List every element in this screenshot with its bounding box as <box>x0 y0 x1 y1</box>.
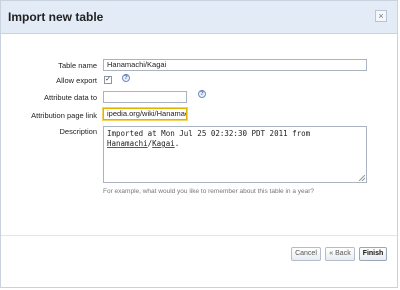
dialog-titlebar: Import new table × <box>1 1 397 34</box>
description-word-1: Hanamachi <box>107 139 148 148</box>
description-word-2: Kagai <box>152 139 175 148</box>
attribute-data-to-input[interactable] <box>103 91 187 103</box>
cancel-button[interactable]: Cancel <box>291 247 321 261</box>
finish-button[interactable]: Finish <box>359 247 387 261</box>
description-textarea[interactable]: Imported at Mon Jul 25 02:32:30 PDT 2011… <box>103 126 367 183</box>
close-icon[interactable]: × <box>375 10 387 22</box>
table-name-input[interactable]: Hanamachi/Kagai <box>103 59 367 71</box>
attribution-page-link-label: Attribution page link <box>31 111 97 120</box>
description-line-2: Hanamachi/Kagai. <box>107 139 363 149</box>
allow-export-help-icon[interactable]: ? <box>122 74 130 82</box>
table-name-label: Table name <box>58 61 97 70</box>
footer-divider <box>1 235 397 236</box>
attribute-data-to-help-icon[interactable]: ? <box>198 90 206 98</box>
description-label: Description <box>59 127 97 136</box>
dialog-title: Import new table <box>8 10 104 24</box>
resize-handle-icon[interactable] <box>359 175 365 181</box>
description-line-1: Imported at Mon Jul 25 02:32:30 PDT 2011… <box>107 129 311 138</box>
attribute-data-to-label: Attribute data to <box>44 93 97 102</box>
back-button[interactable]: « Back <box>325 247 355 261</box>
allow-export-checkbox[interactable]: ✓ <box>104 76 112 84</box>
import-table-dialog: Import new table × Table name Hanamachi/… <box>0 0 398 288</box>
description-hint: For example, what would you like to reme… <box>103 188 314 195</box>
description-end: . <box>174 139 180 148</box>
allow-export-label: Allow export <box>56 76 97 85</box>
attribution-page-link-input[interactable]: ipedia.org/wiki/Hanamachi <box>103 108 187 120</box>
